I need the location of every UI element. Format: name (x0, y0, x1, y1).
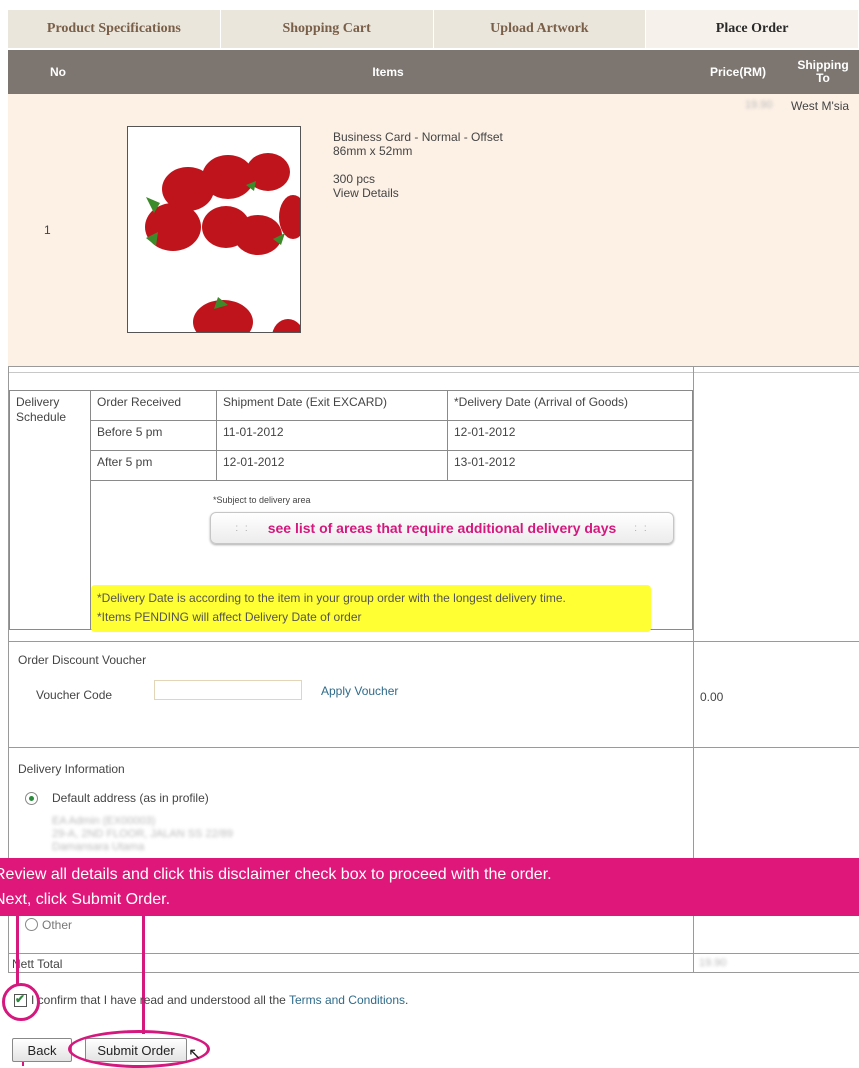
delivery-info-label: Delivery Information (18, 762, 125, 776)
areas-list-label: see list of areas that require additiona… (267, 520, 617, 536)
voucher-code-label: Voucher Code (36, 688, 113, 702)
callout-pointer (16, 916, 19, 984)
item-quantity: 300 pcs (333, 172, 376, 186)
subject-to-area-note: *Subject to delivery area (213, 495, 311, 505)
header-shipping-to: Shipping To (797, 58, 849, 85)
checkbox-highlight-ring (2, 983, 40, 1021)
item-price: 19.90 (745, 99, 773, 111)
delivery-date-note: *Delivery Date is according to the item … (91, 585, 651, 632)
dots-icon: : : (634, 522, 649, 534)
callout-line-1: Review all details and click this discla… (0, 866, 552, 883)
schedule-cell: Before 5 pm (90, 420, 217, 451)
default-address-label: Default address (as in profile) (52, 791, 209, 805)
schedule-header-shipment-date: Shipment Date (Exit EXCARD) (216, 390, 448, 421)
voucher-amount: 0.00 (700, 690, 724, 704)
tab-shopping-cart[interactable]: Shopping Cart (220, 10, 434, 48)
schedule-cell: 13-01-2012 (447, 450, 693, 481)
note-line-2: *Items PENDING will affect Delivery Date… (97, 610, 362, 624)
other-address-radio[interactable] (25, 918, 38, 931)
instruction-callout: Review all details and click this discla… (0, 858, 859, 916)
schedule-cell: After 5 pm (90, 450, 217, 481)
tab-product-specifications[interactable]: Product Specifications (8, 10, 221, 48)
apply-voucher-link[interactable]: Apply Voucher (321, 684, 398, 698)
callout-line-2: Next, click Submit Order. (0, 891, 171, 908)
address-line: Damansara Utama (52, 841, 145, 853)
terms-confirm-text: I confirm that I have read and understoo… (31, 993, 408, 1007)
strawberry-artwork-thumbnail[interactable] (127, 126, 301, 333)
item-description: Business Card - Normal - Offset 86mm x 5… (333, 130, 503, 200)
confirm-suffix: . (405, 993, 409, 1007)
address-line: 29-A, 2ND FLOOR, JALAN SS 22/89 (52, 828, 233, 840)
terms-link[interactable]: Terms and Conditions (289, 993, 405, 1007)
default-address-text: EA Admin (EX00003) 29-A, 2ND FLOOR, JALA… (52, 815, 233, 854)
item-shipping-to: West M'sia (791, 99, 850, 113)
tab-upload-artwork[interactable]: Upload Artwork (433, 10, 647, 48)
back-button[interactable]: Back (12, 1038, 72, 1062)
callout-pointer (142, 916, 145, 1034)
nett-total-label: Nett Total (12, 957, 63, 971)
schedule-cell: 12-01-2012 (216, 450, 448, 481)
schedule-cell: 12-01-2012 (447, 420, 693, 451)
confirm-text: I confirm that I have read and understoo… (31, 993, 289, 1007)
voucher-section-label: Order Discount Voucher (18, 653, 147, 667)
delivery-schedule-label: Delivery Schedule (9, 390, 91, 630)
cursor-icon: ↖ (188, 1046, 202, 1063)
header-price: Price(RM) (709, 65, 766, 79)
note-line-1: *Delivery Date is according to the item … (97, 591, 566, 605)
step-tabs: Product Specifications Shopping Cart Upl… (8, 10, 859, 48)
order-table-header: No Items Price(RM) Shipping To (8, 50, 859, 94)
schedule-cell: 11-01-2012 (216, 420, 448, 451)
view-details-link[interactable]: View Details (333, 186, 503, 200)
schedule-header-delivery-date: *Delivery Date (Arrival of Goods) (447, 390, 693, 421)
item-number: 1 (44, 223, 51, 237)
item-size: 86mm x 52mm (333, 144, 413, 158)
dots-icon: : : (235, 522, 250, 534)
default-address-radio[interactable] (25, 792, 38, 805)
other-address-label: Other (42, 918, 73, 932)
areas-list-button[interactable]: : : see list of areas that require addit… (210, 512, 674, 544)
schedule-header-order-received: Order Received (90, 390, 217, 421)
header-items: Items (372, 65, 404, 79)
header-no: No (50, 65, 66, 79)
voucher-code-input[interactable] (154, 680, 302, 700)
strawberry-icon (145, 153, 300, 332)
item-name: Business Card - Normal - Offset (333, 130, 503, 144)
address-line: EA Admin (EX00003) (52, 815, 156, 827)
tab-place-order[interactable]: Place Order (646, 10, 859, 48)
nett-total-value: 19.90 (699, 957, 727, 969)
